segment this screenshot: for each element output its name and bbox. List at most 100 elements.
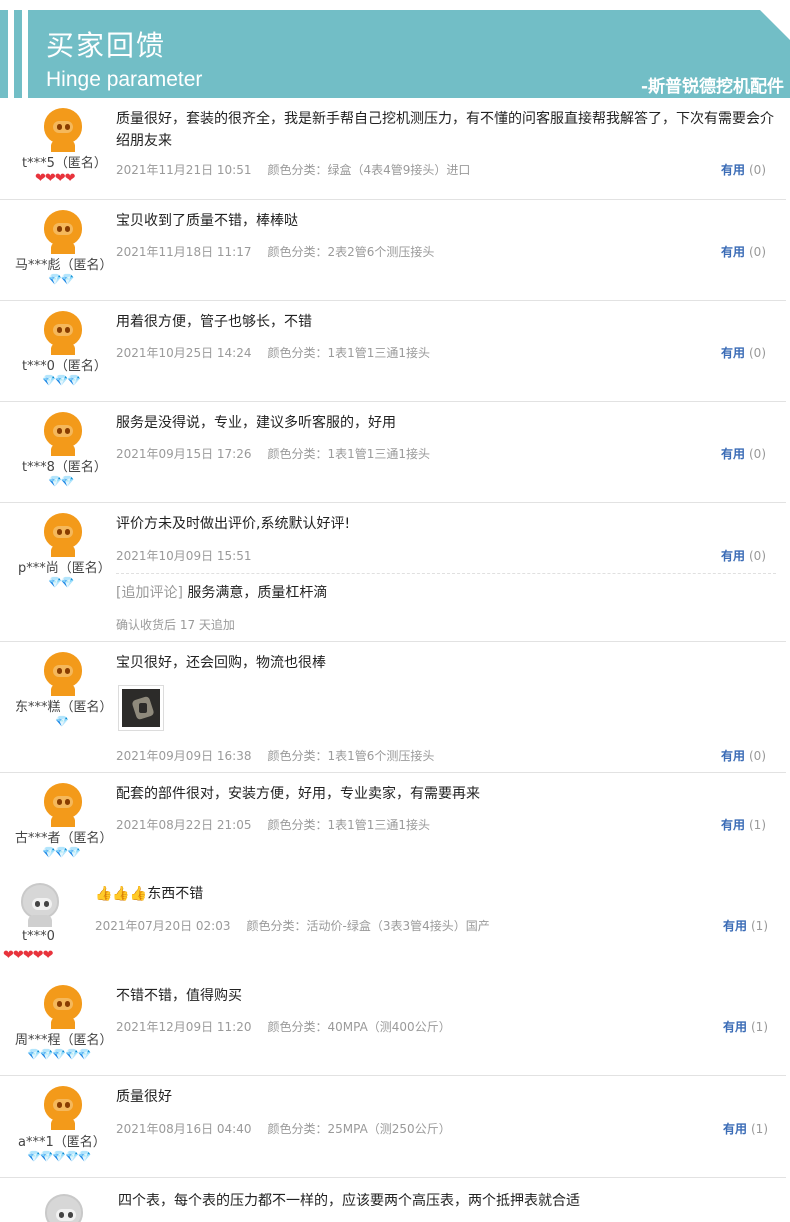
- useful-label: 有用: [720, 749, 745, 763]
- review-item: t***5（匿名） ❤❤❤❤ 质量很好，套装的很齐全，我是新手帮自己挖机测压力，…: [0, 98, 790, 200]
- review-item: t***0 ❤❤❤❤❤ 👍👍👍东西不错 2021年07月20日 02:03 颜色分…: [0, 873, 790, 974]
- user-name: t***0: [22, 929, 55, 944]
- review-meta: 2021年08月16日 04:40 颜色分类：25MPA（测250公斤）: [116, 1120, 451, 1137]
- review-item: 东***糕（匿名） 💎 宝贝很好，还会回购，物流也很棒 2021年09月09日 …: [0, 642, 790, 773]
- append-text: 服务满意，质量杠杆滴: [187, 585, 328, 601]
- review-meta: 2021年07月20日 02:03 颜色分类：活动价-绿盒（3表3管4接头）国产: [95, 917, 490, 934]
- useful-button[interactable]: 有用 (0): [721, 445, 766, 462]
- useful-button[interactable]: 有用 (1): [723, 1018, 768, 1035]
- review-sku: 颜色分类：绿盒（4表4管9接头）进口: [267, 163, 471, 177]
- useful-count: (1): [751, 1122, 768, 1136]
- review-item: 四个表，每个表的压力都不一样的，应该要两个高压表，两个抵押表就合适: [0, 1178, 790, 1222]
- user-avatar: [41, 210, 85, 254]
- user-avatar: [18, 883, 62, 927]
- user-avatar: [41, 783, 85, 827]
- useful-count: (1): [749, 818, 766, 832]
- thumbs-up-icon: 👍👍👍: [95, 886, 148, 902]
- user-name: 古***者（匿名）: [15, 831, 113, 846]
- header-banner: 买家回馈 Hinge parameter -斯普锐德挖机配件: [0, 10, 790, 98]
- useful-count: (0): [749, 447, 766, 461]
- review-sku: 颜色分类：1表1管6个测压接头: [267, 749, 435, 763]
- review-date: 2021年08月22日 21:05: [116, 818, 252, 832]
- review-date: 2021年10月09日 15:51: [116, 549, 252, 563]
- useful-label: 有用: [720, 346, 745, 360]
- useful-label: 有用: [722, 1122, 747, 1136]
- review-photo: [122, 689, 160, 727]
- user-level-hearts: ❤❤❤❤: [35, 170, 76, 185]
- banner-subtitle: Hinge parameter: [46, 68, 203, 91]
- useful-button[interactable]: 有用 (0): [721, 547, 766, 564]
- review-sku: 颜色分类：1表1管1三通1接头: [267, 818, 431, 832]
- user-level-hearts: ❤❤❤❤❤: [3, 947, 53, 962]
- useful-count: (1): [751, 1020, 768, 1034]
- review-date: 2021年11月21日 10:51: [116, 163, 252, 177]
- review-sku: 颜色分类：2表2管6个测压接头: [267, 245, 435, 259]
- useful-button[interactable]: 有用 (1): [723, 1120, 768, 1137]
- review-meta: 2021年09月09日 16:38 颜色分类：1表1管6个测压接头: [116, 747, 434, 764]
- useful-label: 有用: [720, 818, 745, 832]
- useful-button[interactable]: 有用 (0): [721, 747, 766, 764]
- banner-stripe: [0, 10, 8, 98]
- append-comment: [追加评论] 服务满意，质量杠杆滴: [116, 582, 327, 604]
- useful-label: 有用: [720, 549, 745, 563]
- review-photo-thumbnail[interactable]: [118, 685, 164, 731]
- user-level-diamonds: 💎💎💎💎💎: [27, 1151, 91, 1163]
- user-name: t***0（匿名）: [22, 359, 107, 374]
- review-text: 用着很方便，管子也够长，不错: [116, 314, 312, 330]
- review-meta: 2021年09月15日 17:26 颜色分类：1表1管1三通1接头: [116, 445, 430, 462]
- user-avatar: [42, 1194, 86, 1222]
- useful-label: 有用: [720, 163, 745, 177]
- review-meta: 2021年10月25日 14:24 颜色分类：1表1管1三通1接头: [116, 344, 430, 361]
- user-name: p***尚（匿名）: [18, 561, 111, 576]
- review-item: a***1（匿名） 💎💎💎💎💎 质量很好 2021年08月16日 04:40 颜色…: [0, 1076, 790, 1178]
- review-date: 2021年09月09日 16:38: [116, 749, 252, 763]
- append-tag: [追加评论]: [116, 585, 183, 601]
- review-meta: 2021年08月22日 21:05 颜色分类：1表1管1三通1接头: [116, 816, 430, 833]
- review-sku: 颜色分类：40MPA（测400公斤）: [267, 1020, 451, 1034]
- useful-button[interactable]: 有用 (0): [721, 344, 766, 361]
- review-meta: 2021年11月18日 11:17 颜色分类：2表2管6个测压接头: [116, 243, 434, 260]
- review-date: 2021年12月09日 11:20: [116, 1020, 252, 1034]
- review-text: 质量很好: [116, 1089, 172, 1105]
- useful-button[interactable]: 有用 (1): [721, 816, 766, 833]
- review-item: t***8（匿名） 💎💎 服务是没得说，专业，建议多听客服的，好用 2021年0…: [0, 402, 790, 503]
- review-date: 2021年07月20日 02:03: [95, 919, 231, 933]
- useful-count: (0): [749, 163, 766, 177]
- review-item: 古***者（匿名） 💎💎💎 配套的部件很对，安装方便，好用，专业卖家，有需要再来…: [0, 773, 790, 873]
- user-level-diamonds: 💎💎: [48, 577, 74, 589]
- review-date: 2021年09月15日 17:26: [116, 447, 252, 461]
- review-meta: 2021年12月09日 11:20 颜色分类：40MPA（测400公斤）: [116, 1018, 451, 1035]
- useful-button[interactable]: 有用 (0): [721, 243, 766, 260]
- user-avatar: [41, 311, 85, 355]
- review-meta: 2021年10月09日 15:51: [116, 547, 251, 564]
- review-text: 服务是没得说，专业，建议多听客服的，好用: [116, 415, 396, 431]
- useful-count: (0): [749, 346, 766, 360]
- useful-button[interactable]: 有用 (0): [721, 161, 766, 178]
- banner-stripe: [14, 10, 22, 98]
- user-level-diamonds: 💎💎💎: [42, 847, 81, 859]
- useful-label: 有用: [720, 447, 745, 461]
- review-text: 四个表，每个表的压力都不一样的，应该要两个高压表，两个抵押表就合适: [118, 1193, 580, 1209]
- user-level-diamonds: 💎💎: [48, 476, 74, 488]
- user-level-diamonds: 💎💎💎: [42, 375, 81, 387]
- user-name: 周***程（匿名）: [15, 1033, 113, 1048]
- user-level-diamonds: 💎💎: [48, 274, 74, 286]
- review-sku: 颜色分类：25MPA（测250公斤）: [267, 1122, 451, 1136]
- review-text: 不错不错，值得购买: [116, 988, 242, 1004]
- useful-count: (0): [749, 549, 766, 563]
- append-divider: [116, 573, 776, 574]
- review-item: 周***程（匿名） 💎💎💎💎💎 不错不错，值得购买 2021年12月09日 11…: [0, 975, 790, 1076]
- user-avatar: [41, 513, 85, 557]
- useful-button[interactable]: 有用 (1): [723, 917, 768, 934]
- append-note: 确认收货后 17 天追加: [116, 618, 235, 632]
- user-name: 马***彪（匿名）: [15, 258, 113, 273]
- review-date: 2021年08月16日 04:40: [116, 1122, 252, 1136]
- review-item: p***尚（匿名） 💎💎 评价方未及时做出评价,系统默认好评! 2021年10月…: [0, 503, 790, 642]
- review-text: 配套的部件很对，安装方便，好用，专业卖家，有需要再来: [116, 786, 480, 802]
- review-sku: 颜色分类：活动价-绿盒（3表3管4接头）国产: [246, 919, 490, 933]
- user-avatar: [41, 985, 85, 1029]
- useful-label: 有用: [720, 245, 745, 259]
- review-text: 宝贝很好，还会回购，物流也很棒: [116, 655, 326, 671]
- shop-name: -斯普锐德挖机配件: [640, 77, 784, 97]
- user-avatar: [41, 652, 85, 696]
